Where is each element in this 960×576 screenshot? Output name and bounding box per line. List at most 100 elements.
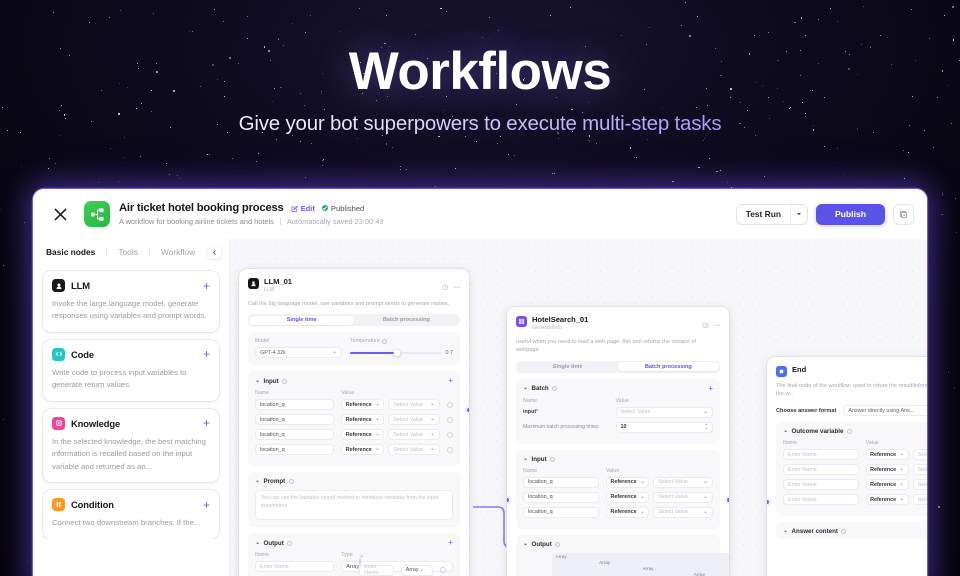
stepper-icon[interactable]: ▲ ▼ (704, 423, 708, 431)
settings-icon[interactable] (702, 315, 709, 333)
input-port[interactable] (767, 499, 770, 505)
more-options-icon[interactable] (713, 315, 721, 333)
temperature-slider[interactable]: 0.7 (350, 347, 453, 358)
row-reference-select[interactable]: Reference (865, 464, 909, 476)
tab-workflow[interactable]: Workflow (161, 247, 206, 257)
batch-input-value-select[interactable]: Select Value (615, 406, 713, 418)
add-node-button[interactable]: + (203, 417, 210, 429)
row-name-input[interactable]: Enter Name (783, 464, 859, 476)
row-value-select[interactable]: Select Value (388, 444, 440, 456)
answer-format-select[interactable]: Answer directly using Ans... (843, 405, 927, 417)
table-row[interactable]: location_q Reference Select Value (523, 491, 713, 503)
tab-single-time[interactable]: Single time (249, 315, 354, 326)
model-select[interactable]: GPT-4 32k (255, 347, 343, 359)
remove-row-icon[interactable] (440, 567, 446, 573)
row-name-input[interactable]: location_q (255, 444, 335, 456)
output-tree-row[interactable]: —hotel_listArray (642, 571, 729, 576)
remove-row-icon[interactable] (447, 401, 453, 408)
more-options-icon[interactable] (453, 277, 461, 295)
table-row[interactable]: location_q Reference Select Value (255, 399, 453, 411)
add-batch-row-button[interactable]: + (708, 384, 713, 393)
output-port[interactable] (726, 497, 729, 503)
row-name-input[interactable]: location_q (523, 476, 599, 488)
palette-item-condition[interactable]: If Condition + Connect two downstream br… (43, 490, 219, 539)
add-node-button[interactable]: + (203, 499, 210, 511)
input-port[interactable] (507, 497, 510, 503)
palette-item-knowledge[interactable]: Knowledge + In the selected knowledge, t… (43, 408, 219, 483)
row-reference-select[interactable]: Reference (606, 491, 650, 503)
row-name-input[interactable]: Enter Name (783, 449, 859, 461)
row-value-select[interactable]: Sele (912, 494, 927, 506)
row-value-select[interactable]: Sele (912, 464, 927, 476)
table-row[interactable]: Enter Name Reference Sele (783, 494, 927, 506)
canvas-node-hotelsearch[interactable]: HotelSearch_01 GetHotelInfo useful when … (507, 307, 729, 576)
add-output-row-button[interactable]: + (448, 539, 453, 547)
prompt-textarea[interactable]: You can use the {variable name} method t… (255, 490, 453, 521)
output-tree-row[interactable]: ▾hotel_listArray—hotel_listArray—hotel_l… (523, 552, 729, 576)
row-reference-select[interactable]: Reference (341, 414, 385, 426)
tab-tools[interactable]: Tools (118, 247, 149, 257)
row-reference-select[interactable]: Reference (341, 444, 385, 456)
tab-single-time[interactable]: Single time (517, 362, 618, 371)
canvas-node-end[interactable]: End The final node of the workflow, used… (767, 357, 927, 576)
row-reference-select[interactable]: Reference (606, 476, 650, 488)
tab-batch-processing[interactable]: Batch processing (354, 316, 459, 325)
row-name-input[interactable]: Enter Name (783, 494, 859, 506)
row-reference-select[interactable]: Reference (865, 479, 909, 491)
max-batch-input[interactable]: 10 ▲ ▼ (615, 421, 713, 433)
row-name-input[interactable]: Enter Name (783, 479, 859, 491)
palette-item-llm[interactable]: LLM + Invoke the large language model, g… (43, 271, 219, 332)
row-value-select[interactable]: Sele (912, 479, 927, 491)
chevron-down-icon[interactable] (255, 479, 260, 484)
row-value-select[interactable]: Select Value (653, 506, 713, 518)
chevron-down-icon[interactable] (255, 379, 260, 384)
row-reference-select[interactable]: Reference (865, 494, 909, 506)
table-row[interactable]: Enter Name Reference Sele (783, 464, 927, 476)
row-type-select[interactable]: Array (401, 565, 433, 576)
table-row[interactable]: Enter Name Array (359, 565, 446, 576)
table-row[interactable]: Enter Name Reference Sele (783, 479, 927, 491)
table-row[interactable]: Enter Name Array Enter Name Array (255, 553, 453, 576)
row-value-select[interactable]: Select Value (388, 399, 440, 411)
collapse-sidebar-button[interactable] (208, 245, 221, 259)
table-row[interactable]: location_q Reference Select Value (523, 476, 713, 488)
palette-item-code[interactable]: Code + Write code to process input varia… (43, 339, 219, 401)
row-name-input[interactable]: Enter Name (359, 565, 394, 576)
remove-row-icon[interactable] (447, 446, 453, 453)
close-icon[interactable] (47, 201, 73, 227)
chevron-down-icon[interactable] (783, 529, 788, 534)
chevron-down-icon[interactable] (255, 541, 260, 546)
output-tree-row[interactable]: —hotel_listArray—hotel_listArray—hotel_l… (556, 559, 729, 576)
add-input-row-button[interactable]: + (448, 377, 453, 385)
slider-handle[interactable] (393, 349, 401, 357)
chevron-down-icon[interactable] (783, 429, 788, 434)
workflow-canvas[interactable]: LLM_01 LLM Call the big language model, … (230, 239, 927, 576)
row-value-select[interactable]: Select Value (653, 476, 713, 488)
row-value-select[interactable]: Select Value (653, 491, 713, 503)
chevron-down-icon[interactable] (523, 542, 528, 547)
tab-batch-processing[interactable]: Batch processing (618, 362, 719, 372)
remove-row-icon[interactable] (447, 416, 453, 423)
tab-basic-nodes[interactable]: Basic nodes (46, 247, 106, 257)
row-reference-select[interactable]: Reference (341, 399, 385, 411)
edit-button[interactable]: Edit (291, 204, 315, 213)
row-name-input[interactable]: location_q (255, 414, 335, 426)
test-run-button[interactable]: Test Run (737, 205, 790, 224)
settings-icon[interactable] (442, 277, 449, 295)
add-node-button[interactable]: + (203, 280, 210, 292)
row-reference-select[interactable]: Reference (341, 429, 385, 441)
output-port[interactable] (466, 407, 469, 413)
table-row[interactable]: location_q Reference Select Value (255, 429, 453, 441)
row-value-select[interactable]: Select Value (388, 429, 440, 441)
canvas-node-llm[interactable]: LLM_01 LLM Call the big language model, … (239, 269, 469, 576)
row-value-select[interactable]: Sele (912, 449, 927, 461)
table-row[interactable]: Enter Name Reference Sele (783, 449, 927, 461)
row-value-select[interactable]: Select Value (388, 414, 440, 426)
table-row[interactable]: location_q Reference Select Value (523, 506, 713, 518)
row-name-input[interactable]: Enter Name (255, 561, 335, 573)
chevron-down-icon[interactable] (523, 457, 528, 462)
publish-button[interactable]: Publish (815, 203, 885, 225)
table-row[interactable]: location_q Reference Select Value (255, 414, 453, 426)
row-name-input[interactable]: location_q (255, 399, 335, 411)
remove-row-icon[interactable] (447, 431, 453, 438)
